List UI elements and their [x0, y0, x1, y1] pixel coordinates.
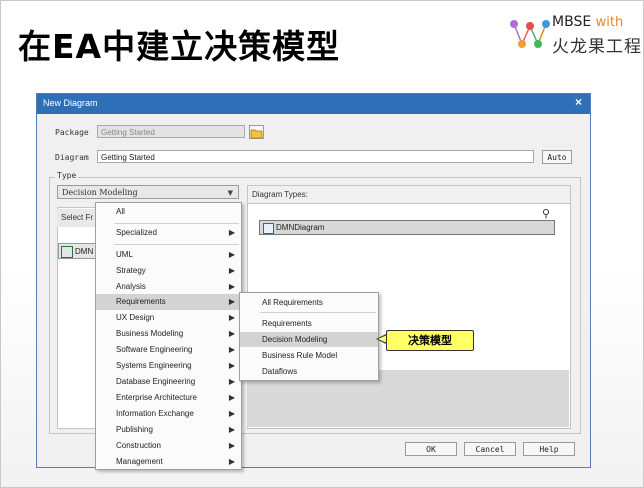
package-label: Package	[55, 128, 89, 137]
logo-subtitle: 火龙果工程	[552, 37, 642, 57]
diagram-name-input[interactable]: Getting Started	[97, 150, 534, 163]
menu-separator	[114, 244, 239, 245]
help-button[interactable]: Help	[523, 442, 575, 456]
menu-item-strategy[interactable]: Strategy ▶	[96, 263, 241, 279]
menu-item-enterprise-architecture[interactable]: Enterprise Architecture ▶	[96, 390, 241, 406]
chevron-right-icon: ▶	[228, 228, 235, 237]
package-field: Getting Started	[97, 125, 245, 138]
menu-item-label: Systems Engineering	[116, 361, 192, 370]
chevron-right-icon: ▶	[228, 266, 235, 275]
chevron-right-icon: ▶	[228, 441, 235, 450]
folder-icon	[250, 129, 263, 139]
menu-item-label: Business Modeling	[116, 329, 184, 338]
submenu-item-decision-modeling[interactable]: Decision Modeling	[240, 332, 378, 347]
logo-mbse: MBSE	[552, 14, 592, 30]
dmn-list-item[interactable]: DMN	[58, 243, 96, 259]
submenu-item-label: Dataflows	[262, 367, 298, 376]
chevron-right-icon: ▶	[228, 457, 235, 466]
chevron-right-icon: ▶	[228, 377, 235, 386]
menu-item-information-exchange[interactable]: Information Exchange ▶	[96, 406, 241, 422]
dialog-titlebar: New Diagram ×	[37, 94, 590, 114]
menu-item-label: Enterprise Architecture	[116, 393, 197, 402]
menu-item-specialized[interactable]: Specialized ▶	[96, 225, 241, 241]
submenu-separator	[260, 312, 376, 313]
menu-item-label: Construction	[116, 441, 161, 450]
cancel-button[interactable]: Cancel	[464, 442, 516, 456]
submenu-item-requirements[interactable]: Requirements	[240, 316, 378, 331]
submenu-item-dataflows[interactable]: Dataflows	[240, 364, 378, 379]
dmn-list-item-label: DMN	[75, 247, 94, 256]
chevron-right-icon: ▶	[228, 250, 235, 259]
dmn-diagram-icon	[263, 223, 274, 234]
chevron-right-icon: ▶	[228, 313, 235, 322]
menu-item-label: Software Engineering	[116, 345, 193, 354]
menu-item-systems-engineering[interactable]: Systems Engineering ▶	[96, 358, 241, 374]
menu-item-construction[interactable]: Construction ▶	[96, 438, 241, 454]
submenu-item-label: All Requirements	[262, 298, 323, 307]
chevron-right-icon: ▶	[228, 297, 235, 306]
menu-item-label: Information Exchange	[116, 409, 194, 418]
callout-label: 决策模型	[386, 330, 474, 351]
menu-item-label: All	[116, 207, 125, 216]
menu-item-label: Publishing	[116, 425, 153, 434]
submenu-item-label: Decision Modeling	[262, 335, 328, 344]
diagram-label: Diagram	[55, 153, 89, 162]
menu-item-label: UML	[116, 250, 133, 259]
menu-item-label: Analysis	[116, 282, 146, 291]
browse-package-button[interactable]	[249, 125, 264, 139]
auto-button[interactable]: Auto	[542, 150, 572, 164]
menu-item-database-engineering[interactable]: Database Engineering ▶	[96, 374, 241, 390]
menu-item-software-engineering[interactable]: Software Engineering ▶	[96, 342, 241, 358]
type-label: Type	[55, 171, 79, 180]
chevron-right-icon: ▶	[228, 345, 235, 354]
menu-item-label: Database Engineering	[116, 377, 196, 386]
menu-item-uml[interactable]: UML ▶	[96, 247, 241, 263]
chevron-right-icon: ▶	[228, 425, 235, 434]
submenu-item-label: Requirements	[262, 319, 312, 328]
dmn-icon	[61, 246, 73, 258]
type-dropdown-menu: All Specialized ▶ UML ▶ Strategy ▶ Analysis…	[95, 202, 242, 470]
submenu-item-business-rule-model[interactable]: Business Rule Model	[240, 348, 378, 363]
slide-title: 在EA中建立决策模型	[18, 27, 341, 66]
type-combo-value: Decision Modeling	[62, 188, 138, 197]
menu-item-all[interactable]: All	[96, 204, 241, 220]
menu-item-management[interactable]: Management ▶	[96, 454, 241, 470]
chevron-right-icon: ▶	[228, 329, 235, 338]
menu-item-publishing[interactable]: Publishing ▶	[96, 422, 241, 438]
menu-item-label: Requirements	[116, 297, 166, 306]
dialog-title: New Diagram	[43, 98, 98, 108]
chevron-right-icon: ▶	[228, 393, 235, 402]
logo-with: with	[595, 15, 624, 30]
menu-item-ux-design[interactable]: UX Design ▶	[96, 310, 241, 326]
logo-text: MBSE with	[552, 14, 623, 30]
menu-item-analysis[interactable]: Analysis ▶	[96, 279, 241, 295]
chevron-right-icon: ▶	[228, 282, 235, 291]
ok-button[interactable]: OK	[405, 442, 457, 456]
menu-item-label: Specialized	[116, 228, 157, 237]
submenu-item-all-requirements[interactable]: All Requirements	[240, 295, 378, 310]
menu-item-label: Management	[116, 457, 163, 466]
menu-item-business-modeling[interactable]: Business Modeling ▶	[96, 326, 241, 342]
chevron-down-icon: ▼	[227, 189, 233, 197]
menu-item-label: UX Design	[116, 313, 155, 322]
type-filter-combobox[interactable]: Decision Modeling ▼	[57, 185, 239, 199]
submenu-item-label: Business Rule Model	[262, 351, 338, 360]
diagram-type-item[interactable]: DMNDiagram	[259, 220, 555, 235]
menu-item-requirements[interactable]: Requirements ▶	[96, 294, 241, 310]
diagram-types-header: Diagram Types:	[248, 186, 570, 204]
chevron-right-icon: ▶	[228, 409, 235, 418]
menu-item-label: Strategy	[116, 266, 146, 275]
close-icon[interactable]: ×	[575, 95, 582, 109]
menu-separator	[114, 223, 239, 224]
chevron-right-icon: ▶	[228, 361, 235, 370]
requirements-submenu: All Requirements Requirements Decision M…	[239, 292, 379, 381]
search-icon[interactable]: ⚲	[542, 207, 550, 220]
diagram-type-item-label: DMNDiagram	[276, 223, 325, 232]
